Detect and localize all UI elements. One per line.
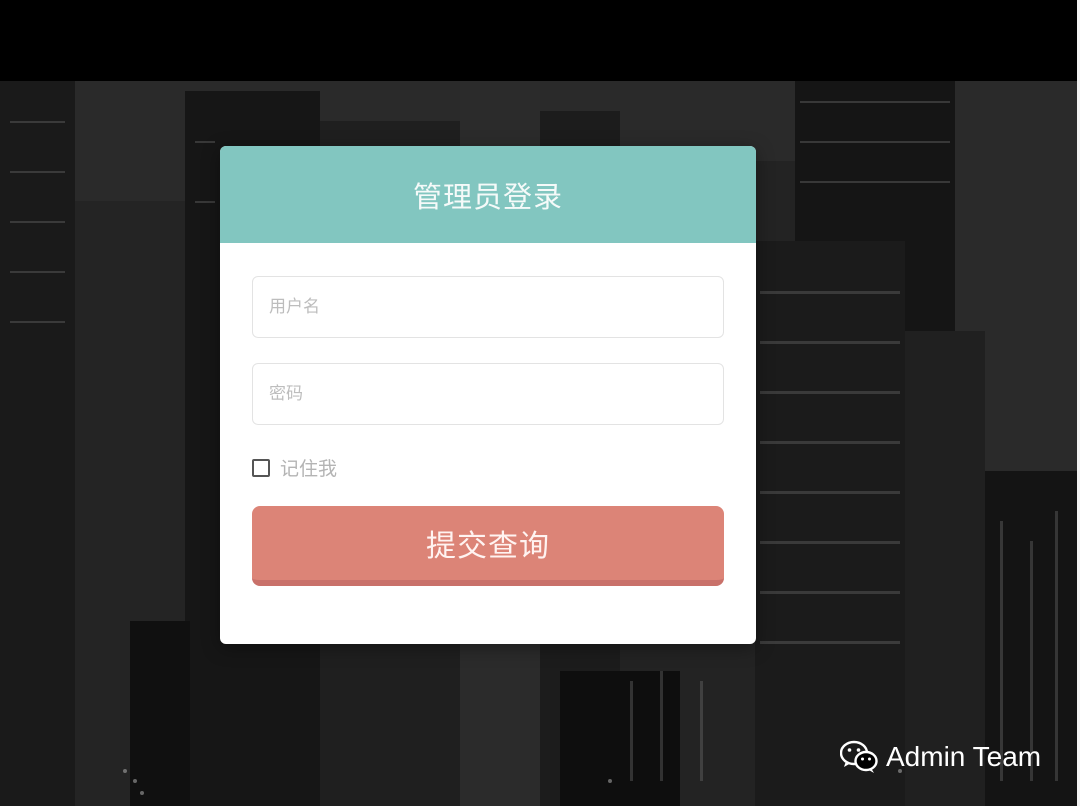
remember-me-label[interactable]: 记住我: [280, 454, 337, 481]
submit-button[interactable]: 提交查询: [252, 506, 724, 586]
login-card-header: 管理员登录: [220, 146, 756, 243]
remember-me[interactable]: 记住我: [252, 454, 337, 481]
remember-me-checkbox[interactable]: [252, 458, 270, 477]
top-black-bar: [0, 0, 1080, 81]
watermark-text: Admin Team: [886, 741, 1042, 772]
login-card: 管理员登录 记住我 提交查询: [220, 146, 756, 644]
watermark: Admin Team: [840, 740, 1041, 774]
password-input[interactable]: [252, 363, 724, 425]
login-title: 管理员登录: [412, 179, 563, 214]
username-input[interactable]: [252, 276, 724, 338]
wechat-icon: [840, 740, 878, 773]
